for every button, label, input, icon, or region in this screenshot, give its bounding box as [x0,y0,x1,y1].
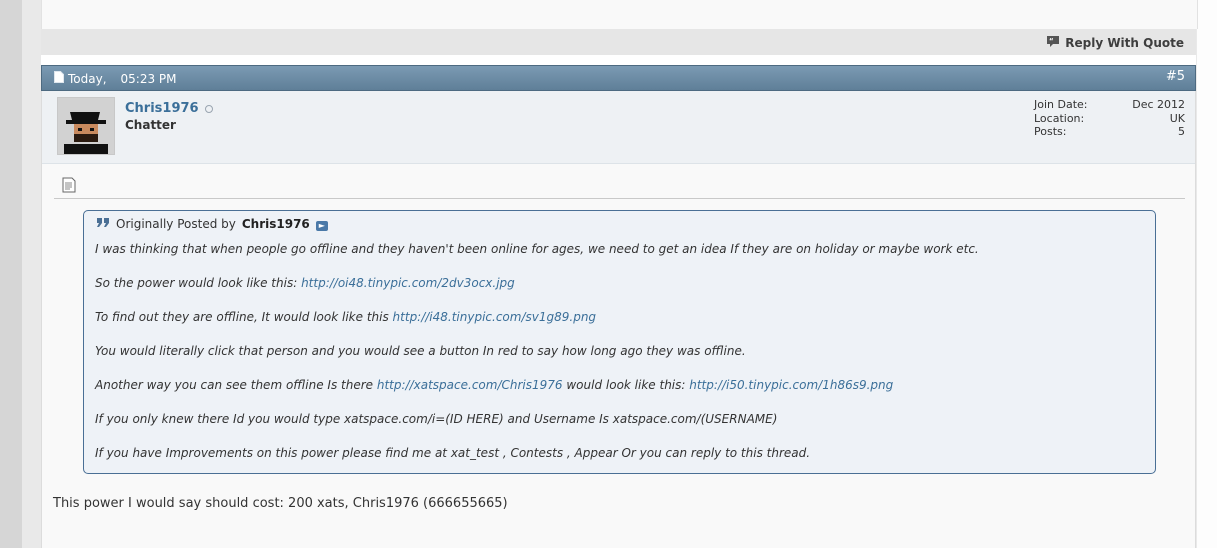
user-stats: Join Date: Dec 2012 Location: UK Posts: 5 [1034,98,1185,139]
user-title: Chatter [125,118,176,132]
quote-text: To find out they are offline, It would l… [95,310,389,324]
quote-line: So the power would look like this: http:… [95,276,515,290]
quote-text: If you only knew there Id you would type… [95,412,778,426]
post-time: 05:23 PM [120,71,177,86]
quote-text: If you have Improvements on this power p… [95,446,811,460]
previous-post-footer: “ Reply With Quote [41,29,1196,55]
stat-value: Dec 2012 [1132,98,1185,111]
reply-with-quote-label: Reply With Quote [1065,36,1184,50]
avatar[interactable] [57,97,115,155]
username-label: Chris1976 [125,101,199,116]
post-divider [54,198,1185,199]
quote-text: Another way you can see them offline Is … [95,378,374,392]
quote-block: Originally Posted by Chris1976 ► I was t… [83,210,1156,474]
quote-line: You would literally click that person an… [95,344,746,358]
stat-label: Location: [1034,111,1085,125]
stat-join-date: Join Date: Dec 2012 [1034,98,1185,112]
post-separator [41,55,1196,65]
post-date-icon [54,71,64,86]
stat-posts: Posts: 5 [1034,125,1185,139]
post-document-icon [62,177,76,197]
post-message-text: This power I would say should cost: 200 … [53,496,508,511]
post-container: Chris1976 Chatter Join Date: Dec 2012 Loc… [41,91,1196,548]
quote-author: Chris1976 [241,217,310,231]
offline-status-icon [204,104,213,113]
quote-text: You would literally click that person an… [95,344,746,358]
stat-value: 5 [1178,125,1185,138]
stat-value: UK [1169,111,1185,125]
reply-with-quote-button[interactable]: “ Reply With Quote [1046,35,1184,51]
user-info-panel: Chris1976 Chatter Join Date: Dec 2012 Loc… [42,91,1195,164]
quote-text: I was thinking that when people go offli… [95,242,979,256]
post-date-label: Today, [68,71,107,86]
view-original-post-icon[interactable]: ► [315,220,328,231]
reply-quote-icon: “ [1046,35,1060,51]
stat-label: Posts: [1034,125,1067,138]
previous-post-body [41,0,1198,29]
quote-line: I was thinking that when people go offli… [95,242,979,256]
post-number-link[interactable]: #5 [1166,69,1185,84]
svg-text:“: “ [1049,37,1054,45]
post-header: Today, 05:23 PM #5 [41,65,1196,91]
quote-marks-icon [96,217,110,231]
stat-label: Join Date: [1034,98,1088,111]
right-gutter [1197,0,1217,548]
quote-line: To find out they are offline, It would l… [95,310,596,324]
quote-line: Another way you can see them offline Is … [95,378,893,392]
quote-line: If you only knew there Id you would type… [95,412,777,426]
stat-location: Location: UK [1034,112,1185,126]
quote-link[interactable]: http://i50.tinypic.com/1h86s9.png [689,378,893,392]
left-gutter [0,0,22,548]
quote-header: Originally Posted by Chris1976 ► [96,217,328,231]
quote-text: would look like this: [566,378,686,392]
quote-prefix: Originally Posted by [116,217,236,231]
quote-text: So the power would look like this: [95,276,298,290]
username-link[interactable]: Chris1976 [125,101,213,116]
quote-link[interactable]: http://oi48.tinypic.com/2dv3ocx.jpg [301,276,515,290]
quote-line: If you have Improvements on this power p… [95,446,810,460]
quote-link[interactable]: http://i48.tinypic.com/sv1g89.png [393,310,597,324]
post-date: Today, 05:23 PM [54,71,177,86]
quote-link[interactable]: http://xatspace.com/Chris1976 [377,378,563,392]
